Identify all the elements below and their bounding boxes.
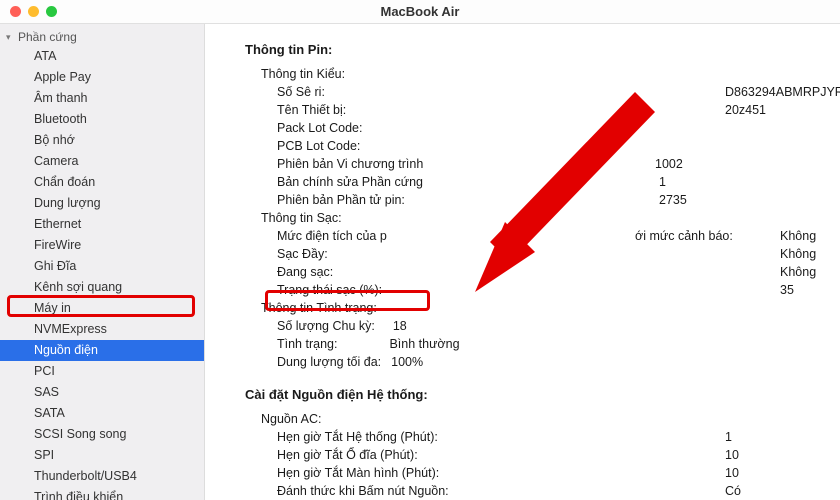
- row-disk-sleep: Hẹn giờ Tắt Ổ đĩa (Phút): 10: [245, 446, 830, 464]
- label: Mức điện tích của p: [277, 227, 387, 245]
- label: PCB Lot Code:: [277, 137, 360, 155]
- sidebar-item-power[interactable]: Nguồn điện: [0, 340, 204, 361]
- subheading-model-info: Thông tin Kiểu:: [245, 65, 830, 83]
- heading-power-settings: Cài đặt Nguồn điện Hệ thống:: [245, 387, 830, 402]
- value: 10: [725, 446, 739, 464]
- row-serial: Số Sê ri: D863294ABMRPJYRAQ: [245, 83, 830, 101]
- value: 100%: [391, 353, 423, 371]
- row-display-sleep: Hẹn giờ Tắt Màn hình (Phút): 10: [245, 464, 830, 482]
- sidebar-item[interactable]: Kênh sợi quang: [0, 277, 204, 298]
- value: 1002: [655, 155, 683, 173]
- row-cycle-count: Số lượng Chu kỳ: 18: [245, 317, 830, 335]
- sidebar-item[interactable]: Bộ nhớ: [0, 130, 204, 151]
- sidebar-item[interactable]: SCSI Song song: [0, 424, 204, 445]
- value: Có: [725, 482, 741, 500]
- label: Dung lượng tối đa:: [277, 353, 381, 371]
- label: Phiên bản Phần tử pin:: [277, 191, 405, 209]
- row-hw-rev: Bản chính sửa Phần cứng 1: [245, 173, 830, 191]
- value: 35: [780, 281, 794, 299]
- subheading-charge-info: Thông tin Sạc:: [245, 209, 830, 227]
- value: Không: [780, 245, 816, 263]
- label: Tình trạng:: [277, 335, 337, 353]
- label: Đang sạc:: [277, 263, 333, 281]
- zoom-icon[interactable]: [46, 6, 57, 17]
- row-wake-power-btn: Đánh thức khi Bấm nút Nguồn: Có: [245, 482, 830, 500]
- row-pack-lot: Pack Lot Code:: [245, 119, 830, 137]
- sidebar-item[interactable]: Bluetooth: [0, 109, 204, 130]
- label: Hẹn giờ Tắt Hệ thống (Phút):: [277, 428, 438, 446]
- value: Không: [780, 227, 816, 245]
- sidebar-group-hardware[interactable]: ▾ Phần cứng: [0, 28, 204, 46]
- row-cell-rev: Phiên bản Phần tử pin: 2735: [245, 191, 830, 209]
- content-pane: Thông tin Pin: Thông tin Kiểu: Số Sê ri:…: [205, 24, 840, 500]
- row-pcb-lot: PCB Lot Code:: [245, 137, 830, 155]
- row-condition: Tình trạng: Bình thường: [245, 335, 830, 353]
- label: Hẹn giờ Tắt Ổ đĩa (Phút):: [277, 446, 418, 464]
- value: Bình thường: [389, 335, 459, 353]
- sidebar-item[interactable]: Ghi Đĩa: [0, 256, 204, 277]
- window-title: MacBook Air: [0, 4, 840, 19]
- sidebar: ▾ Phần cứng ATA Apple Pay Âm thanh Bluet…: [0, 24, 205, 500]
- window-controls: [0, 6, 57, 17]
- sidebar-item[interactable]: PCI: [0, 361, 204, 382]
- label: Pack Lot Code:: [277, 119, 362, 137]
- heading-battery-info: Thông tin Pin:: [245, 42, 830, 57]
- chevron-down-icon: ▾: [6, 32, 16, 43]
- sidebar-item[interactable]: FireWire: [0, 235, 204, 256]
- row-sys-sleep: Hẹn giờ Tắt Hệ thống (Phút): 1: [245, 428, 830, 446]
- sidebar-item[interactable]: Trình điều khiển: [0, 487, 204, 500]
- sidebar-item[interactable]: Máy in: [0, 298, 204, 319]
- row-fully-charged: Sạc Đầy: Không: [245, 245, 830, 263]
- sidebar-item[interactable]: SATA: [0, 403, 204, 424]
- subheading-health-info: Thông tin Tình trạng:: [245, 299, 830, 317]
- label: Số Sê ri:: [277, 83, 325, 101]
- row-warn-level: Mức điện tích của p ới mức cảnh báo: Khô…: [245, 227, 830, 245]
- row-max-capacity: Dung lượng tối đa: 100%: [245, 353, 830, 371]
- label: Hẹn giờ Tắt Màn hình (Phút):: [277, 464, 439, 482]
- minimize-icon[interactable]: [28, 6, 39, 17]
- sidebar-item[interactable]: ATA: [0, 46, 204, 67]
- value: 10: [725, 464, 739, 482]
- sidebar-item[interactable]: Camera: [0, 151, 204, 172]
- label-cont: ới mức cảnh báo:: [635, 227, 733, 245]
- value: 2735: [659, 191, 687, 209]
- subheading-ac: Nguồn AC:: [245, 410, 830, 428]
- label: Số lượng Chu kỳ:: [277, 317, 375, 335]
- value: D863294ABMRPJYRAQ: [725, 83, 840, 101]
- value: 1: [725, 428, 732, 446]
- sidebar-item[interactable]: Ethernet: [0, 214, 204, 235]
- close-icon[interactable]: [10, 6, 21, 17]
- label: Đánh thức khi Bấm nút Nguồn:: [277, 482, 449, 500]
- window-body: ▾ Phần cứng ATA Apple Pay Âm thanh Bluet…: [0, 24, 840, 500]
- sidebar-item[interactable]: SAS: [0, 382, 204, 403]
- row-charge-state: Trạng thái sạc (%): 35: [245, 281, 830, 299]
- label: Trạng thái sạc (%):: [277, 281, 382, 299]
- sidebar-item[interactable]: SPI: [0, 445, 204, 466]
- sidebar-item[interactable]: Thunderbolt/USB4: [0, 466, 204, 487]
- label: Bản chính sửa Phần cứng: [277, 173, 423, 191]
- system-report-window: MacBook Air ▾ Phần cứng ATA Apple Pay Âm…: [0, 0, 840, 500]
- label: Phiên bản Vi chương trình: [277, 155, 423, 173]
- label: Sạc Đầy:: [277, 245, 328, 263]
- value: 18: [393, 317, 407, 335]
- titlebar: MacBook Air: [0, 0, 840, 24]
- row-firmware: Phiên bản Vi chương trình 1002: [245, 155, 830, 173]
- sidebar-item[interactable]: Chẩn đoán: [0, 172, 204, 193]
- label: Tên Thiết bị:: [277, 101, 346, 119]
- row-device-name: Tên Thiết bị: 20z451: [245, 101, 830, 119]
- row-charging: Đang sạc: Không: [245, 263, 830, 281]
- sidebar-item[interactable]: NVMExpress: [0, 319, 204, 340]
- value: 1: [659, 173, 666, 191]
- sidebar-item[interactable]: Dung lượng: [0, 193, 204, 214]
- sidebar-item[interactable]: Apple Pay: [0, 67, 204, 88]
- sidebar-item[interactable]: Âm thanh: [0, 88, 204, 109]
- sidebar-group-label: Phần cứng: [18, 30, 77, 44]
- value: 20z451: [725, 101, 766, 119]
- value: Không: [780, 263, 816, 281]
